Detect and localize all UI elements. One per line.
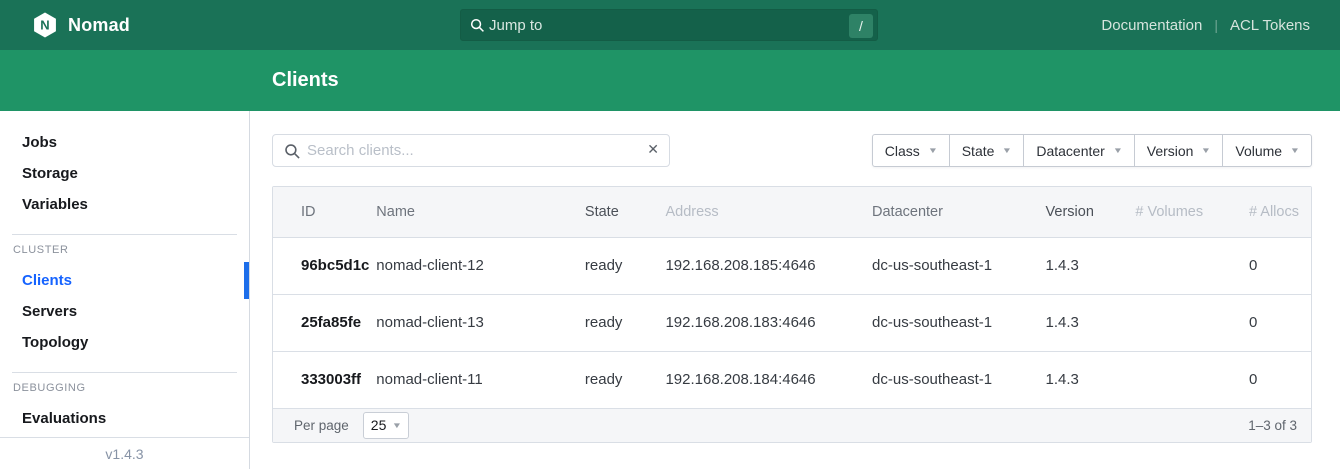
toolbar: ✕ Class ▼ State ▼ Datacenter ▼ Version ▼… <box>272 134 1312 167</box>
per-page-select[interactable]: 25 ▼ <box>363 412 410 439</box>
link-separator: | <box>1214 17 1218 33</box>
client-name: nomad-client-12 <box>376 237 585 294</box>
clients-search-input[interactable] <box>307 135 637 166</box>
client-state: ready <box>585 237 666 294</box>
column-header-allocs: # Allocs <box>1249 187 1311 237</box>
client-version: 1.4.3 <box>1046 294 1136 351</box>
column-header-id[interactable]: ID <box>273 187 376 237</box>
client-id[interactable]: 25fa85fe <box>273 294 376 351</box>
client-volumes <box>1135 237 1249 294</box>
filter-group: Class ▼ State ▼ Datacenter ▼ Version ▼ V… <box>872 134 1312 167</box>
jump-to-search[interactable]: / <box>460 9 878 41</box>
sidebar-item-variables[interactable]: Variables <box>0 189 249 220</box>
top-navigation-bar: N Nomad / Documentation | ACL Tokens <box>0 0 1340 50</box>
client-state: ready <box>585 294 666 351</box>
chevron-down-icon: ▼ <box>1113 146 1123 155</box>
client-version: 1.4.3 <box>1046 237 1136 294</box>
column-header-version[interactable]: Version <box>1046 187 1136 237</box>
client-volumes <box>1135 351 1249 408</box>
filter-class[interactable]: Class ▼ <box>872 134 950 167</box>
clear-search-icon[interactable]: ✕ <box>647 141 659 158</box>
sidebar: Jobs Storage Variables CLUSTER Clients S… <box>0 111 250 469</box>
column-header-address: Address <box>665 187 872 237</box>
documentation-link[interactable]: Documentation <box>1101 17 1202 34</box>
filter-version[interactable]: Version ▼ <box>1134 134 1224 167</box>
sidebar-item-jobs[interactable]: Jobs <box>0 127 249 158</box>
client-datacenter: dc-us-southeast-1 <box>872 294 1046 351</box>
client-allocs: 0 <box>1249 237 1311 294</box>
client-id[interactable]: 96bc5d1c <box>273 237 376 294</box>
client-datacenter: dc-us-southeast-1 <box>872 237 1046 294</box>
jump-to-input[interactable] <box>489 10 839 40</box>
search-icon <box>470 18 485 33</box>
sidebar-section-cluster: CLUSTER <box>0 235 249 265</box>
acl-tokens-link[interactable]: ACL Tokens <box>1230 17 1310 34</box>
sidebar-section-debugging: DEBUGGING <box>0 373 249 403</box>
client-version: 1.4.3 <box>1046 351 1136 408</box>
table-row[interactable]: 333003ff nomad-client-11 ready 192.168.2… <box>273 351 1311 408</box>
sidebar-item-servers[interactable]: Servers <box>0 296 249 327</box>
sidebar-item-clients[interactable]: Clients <box>0 265 249 296</box>
filter-datacenter[interactable]: Datacenter ▼ <box>1023 134 1134 167</box>
chevron-down-icon: ▼ <box>928 146 938 155</box>
pagination-range: 1–3 of 3 <box>1248 418 1297 433</box>
sidebar-item-storage[interactable]: Storage <box>0 158 249 189</box>
nomad-brand[interactable]: N Nomad <box>32 11 130 39</box>
search-icon <box>284 143 301 160</box>
client-address: 192.168.208.184:4646 <box>665 351 872 408</box>
version-label: v1.4.3 <box>0 437 249 469</box>
client-name: nomad-client-13 <box>376 294 585 351</box>
brand-name: Nomad <box>68 15 130 36</box>
client-allocs: 0 <box>1249 294 1311 351</box>
client-id[interactable]: 333003ff <box>273 351 376 408</box>
clients-table: ID Name State Address Datacenter Version… <box>272 186 1312 443</box>
page-header: Clients <box>0 50 1340 111</box>
page-title: Clients <box>272 69 339 92</box>
client-volumes <box>1135 294 1249 351</box>
active-indicator-bar <box>244 262 249 299</box>
client-address: 192.168.208.185:4646 <box>665 237 872 294</box>
nomad-logo-icon: N <box>32 11 58 39</box>
table-row[interactable]: 96bc5d1c nomad-client-12 ready 192.168.2… <box>273 237 1311 294</box>
chevron-down-icon: ▼ <box>392 421 402 430</box>
keyboard-shortcut-badge: / <box>849 14 873 38</box>
chevron-down-icon: ▼ <box>1201 146 1211 155</box>
table-header-row: ID Name State Address Datacenter Version… <box>273 187 1311 237</box>
table-row[interactable]: 25fa85fe nomad-client-13 ready 192.168.2… <box>273 294 1311 351</box>
chevron-down-icon: ▼ <box>1002 146 1012 155</box>
main-content: ✕ Class ▼ State ▼ Datacenter ▼ Version ▼… <box>251 111 1340 469</box>
client-allocs: 0 <box>1249 351 1311 408</box>
sidebar-item-evaluations[interactable]: Evaluations <box>0 403 249 434</box>
column-header-volumes: # Volumes <box>1135 187 1249 237</box>
client-name: nomad-client-11 <box>376 351 585 408</box>
filter-state[interactable]: State ▼ <box>949 134 1025 167</box>
column-header-state[interactable]: State <box>585 187 666 237</box>
client-state: ready <box>585 351 666 408</box>
filter-volume[interactable]: Volume ▼ <box>1222 134 1312 167</box>
client-address: 192.168.208.183:4646 <box>665 294 872 351</box>
client-datacenter: dc-us-southeast-1 <box>872 351 1046 408</box>
clients-search-box[interactable]: ✕ <box>272 134 670 167</box>
sidebar-item-topology[interactable]: Topology <box>0 327 249 358</box>
per-page-label: Per page <box>294 418 349 433</box>
chevron-down-icon: ▼ <box>1290 146 1300 155</box>
table-footer: Per page 25 ▼ 1–3 of 3 <box>273 409 1311 442</box>
svg-text:N: N <box>40 17 49 32</box>
column-header-name[interactable]: Name <box>376 187 585 237</box>
column-header-datacenter[interactable]: Datacenter <box>872 187 1046 237</box>
